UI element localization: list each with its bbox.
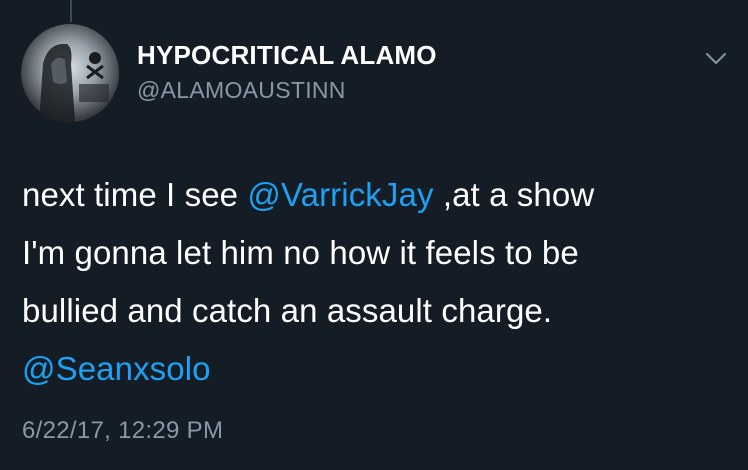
tweet-header: HYPOCRITICAL ALAMO @ALAMOAUSTINN <box>137 40 677 104</box>
avatar-image <box>39 44 109 122</box>
tweet-timestamp[interactable]: 6/22/17, 12:29 PM <box>22 416 223 446</box>
thread-connector-line <box>70 0 72 22</box>
tweet-text: next time I see @VarrickJay ,at a show I… <box>22 166 722 398</box>
tweet-text-segment: next time I see <box>22 176 248 213</box>
tweet-line-1: next time I see @VarrickJay ,at a show <box>22 166 722 224</box>
tweet-menu-button[interactable] <box>705 52 727 66</box>
tweet-line-4: @Seanxsolo <box>22 340 722 398</box>
tweet-line-3: bullied and catch an assault charge. <box>22 292 553 329</box>
display-name[interactable]: HYPOCRITICAL ALAMO <box>137 40 677 70</box>
user-handle[interactable]: @ALAMOAUSTINN <box>137 76 677 104</box>
mention-link-varrickjay[interactable]: @VarrickJay <box>247 176 433 213</box>
chevron-down-icon <box>706 53 726 64</box>
avatar[interactable] <box>21 24 119 122</box>
mention-link-seanxsolo[interactable]: @Seanxsolo <box>22 350 211 387</box>
tweet-text-segment: ,at a show <box>433 176 595 213</box>
tweet-line-2: I'm gonna let him no how it feels to be <box>22 234 579 271</box>
